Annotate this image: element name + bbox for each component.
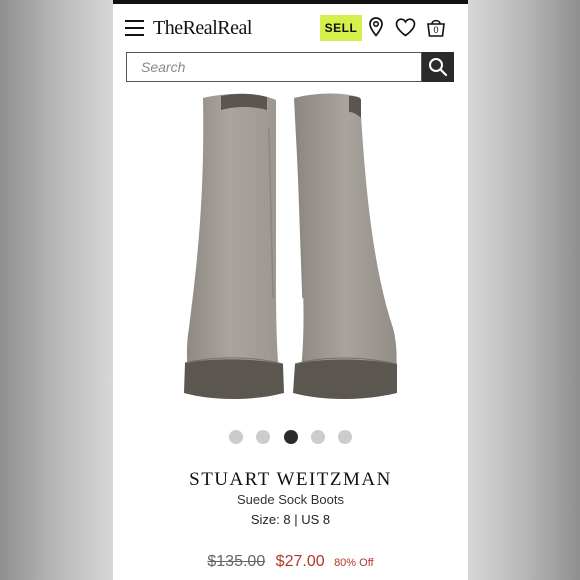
product-brand[interactable]: STUART WEITZMAN — [113, 469, 468, 491]
original-price: $135.00 — [207, 553, 266, 570]
shopping-bag-icon[interactable]: 0 — [425, 16, 447, 43]
product-name: Suede Sock Boots — [237, 492, 344, 507]
left-boot — [184, 93, 284, 399]
search-field — [126, 52, 422, 82]
product-image[interactable] — [173, 88, 413, 408]
search-button[interactable] — [422, 52, 454, 82]
hamburger-icon[interactable] — [125, 20, 144, 36]
carousel-dot-2[interactable] — [256, 430, 270, 444]
location-pin-icon[interactable] — [369, 17, 383, 42]
heart-icon[interactable] — [395, 18, 416, 42]
right-boot — [293, 93, 398, 399]
site-logo[interactable]: TheRealReal — [153, 17, 252, 40]
product-size: Size: 8 | US 8 — [250, 512, 331, 527]
price-row: $135.00 $27.00 80% Off — [113, 553, 468, 571]
carousel-dot-4[interactable] — [311, 430, 325, 444]
search-input[interactable] — [127, 53, 421, 81]
image-carousel-dots — [113, 429, 468, 445]
carousel-dot-5[interactable] — [338, 430, 352, 444]
bag-count-badge: 0 — [433, 25, 439, 35]
sale-price: $27.00 — [275, 553, 325, 570]
carousel-dot-3[interactable] — [284, 430, 298, 444]
carousel-dot-1[interactable] — [229, 430, 243, 444]
sell-button[interactable]: SELL — [320, 15, 362, 41]
search-icon — [429, 58, 448, 77]
discount-label: 80% Off — [334, 557, 374, 569]
site-header: TheRealReal SELL 0 — [113, 4, 468, 50]
product-page: TheRealReal SELL 0 Search STUART WEITZMA… — [113, 0, 468, 580]
